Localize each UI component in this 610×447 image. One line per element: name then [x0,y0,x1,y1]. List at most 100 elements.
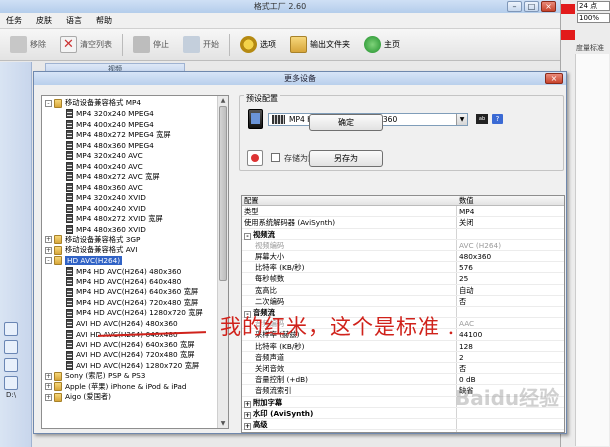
music-category-icon[interactable] [4,322,18,336]
ok-button[interactable]: 确定 [309,114,383,131]
tree-item[interactable]: + Sony (索尼) PSP & PS3 [42,371,218,382]
expand-icon[interactable]: + [45,393,52,401]
tree-scrollbar[interactable]: ▲ ▼ [217,96,228,428]
expand-toggle-icon[interactable]: + [244,423,251,430]
tree-item[interactable]: MP4 HD AVC(H264) 640x360 宽屏 [42,287,218,298]
film-icon [66,109,73,119]
scroll-down-arrow-icon[interactable]: ▼ [218,419,228,428]
property-row[interactable]: 比特率 (KB/秒) 128 [242,341,564,352]
minimize-button[interactable]: – [507,1,522,12]
edit-preset-icon[interactable]: ab [476,114,488,124]
save-as-button[interactable]: 另存为 [309,150,383,167]
tree-item[interactable]: MP4 400x240 XVID [42,203,218,214]
toolbar-separator [229,33,230,56]
property-row[interactable]: 二次编码 否 [242,297,564,307]
tree-item[interactable]: + Apple (苹果) iPhone & iPod & iPad [42,382,218,393]
expand-icon[interactable]: + [45,246,52,254]
tree-item[interactable]: AVI HD AVC(H264) 720x480 宽屏 [42,350,218,361]
property-row[interactable]: 音频声道 2 [242,353,564,363]
dialog-close-button[interactable]: × [545,73,563,84]
property-value: 128 [459,341,473,351]
stop-button[interactable]: 停止 [129,33,173,57]
property-row[interactable]: 宽高比 自动 [242,286,564,296]
tree-item[interactable]: - HD AVC(H264) [42,256,218,267]
collapse-icon[interactable]: - [45,99,52,107]
tree-item[interactable]: MP4 320x240 MPEG4 [42,109,218,120]
device-tree[interactable]: - 移动设备兼容格式 MP4 MP4 320x240 MPEG4 MP4 400x24… [41,95,229,429]
tree-item[interactable]: MP4 HD AVC(H264) 480x360 [42,266,218,277]
tree-item[interactable]: MP4 480x272 XVID 宽屏 [42,214,218,225]
tree-item-label: MP4 400x240 MPEG4 [76,119,154,129]
tree-scrollbar-thumb[interactable] [219,106,227,281]
tree-item[interactable]: MP4 480x360 AVC [42,182,218,193]
more-devices-dialog: 更多设备 × - 移动设备兼容格式 MP4 MP4 320x240 MPEG4 MP4… [33,71,567,434]
save-as-default-checkbox[interactable] [271,153,280,162]
menu-help[interactable]: 帮助 [96,15,112,26]
save-preset-icon [247,150,263,166]
property-row[interactable]: 关闭音效 否 [242,364,564,375]
property-row[interactable]: 视频编码 AVC (H264) [242,241,564,251]
expand-icon[interactable]: + [45,383,52,391]
tree-item[interactable]: + 移动设备兼容格式 AVI [42,245,218,256]
options-button[interactable]: 选项 [236,33,280,57]
close-window-button[interactable]: × [541,1,556,12]
rom-category-icon[interactable] [4,358,18,372]
property-row[interactable]: 每秒帧数 25 [242,274,564,285]
picture-category-icon[interactable] [4,340,18,354]
tree-item[interactable]: MP4 400x240 AVC [42,161,218,172]
scroll-up-arrow-icon[interactable]: ▲ [218,96,228,105]
advanced-category-icon[interactable] [4,376,18,390]
property-row[interactable]: 类型 MP4 [242,207,564,218]
menu-skin[interactable]: 皮肤 [36,15,52,26]
expand-toggle-icon[interactable]: + [244,411,251,419]
maximize-button[interactable]: □ [524,1,539,12]
property-row[interactable]: 使用系统解码器 (AviSynth) 关闭 [242,218,564,229]
clear-list-button[interactable]: ✕ 清空列表 [56,33,116,57]
tree-item[interactable]: AVI HD AVC(H264) 640x360 宽屏 [42,340,218,351]
film-icon [66,224,73,234]
tree-item[interactable]: AVI HD AVC(H264) 1280x720 宽屏 [42,361,218,372]
property-row[interactable]: 比特率 (KB/秒) 576 [242,263,564,274]
expand-toggle-icon[interactable]: - [244,232,251,240]
home-button[interactable]: 主页 [360,33,404,57]
output-folder-button[interactable]: 输出文件夹 [286,33,354,57]
collapse-icon[interactable]: - [45,257,52,265]
remove-button[interactable]: 移除 [6,33,50,57]
zoom-field[interactable]: 100% [577,13,610,23]
tree-item[interactable]: - 移动设备兼容格式 MP4 [42,98,218,109]
tree-item-label: AVI HD AVC(H264) 640x360 宽屏 [76,339,195,349]
expand-icon[interactable]: + [45,372,52,380]
expand-icon[interactable]: + [45,236,52,244]
stop-icon [133,36,150,53]
tree-item[interactable]: + 移动设备兼容格式 3GP [42,235,218,246]
tree-item[interactable]: AVI HD AVC(H264) 480x360 [42,319,218,330]
tree-item[interactable]: MP4 HD AVC(H264) 720x480 宽屏 [42,298,218,309]
help-icon[interactable]: ? [492,114,503,124]
red-swatch [561,4,575,14]
tree-item-label: MP4 HD AVC(H264) 720x480 宽屏 [76,297,199,307]
tree-item[interactable]: MP4 480x360 XVID [42,224,218,235]
menu-language[interactable]: 语言 [66,15,82,26]
menu-task[interactable]: 任务 [6,15,22,26]
tree-item[interactable]: MP4 320x240 AVC [42,151,218,162]
start-button[interactable]: 开始 [179,33,223,57]
property-key: 视频编码 [255,241,284,251]
measure-label: 度量标准 [576,44,604,52]
tree-item[interactable]: MP4 320x240 XVID [42,193,218,204]
tree-item[interactable]: MP4 480x360 MPEG4 [42,140,218,151]
tree-item[interactable]: + Aigo (爱国者) [42,392,218,403]
expand-toggle-icon[interactable]: + [244,400,251,408]
tree-item[interactable]: MP4 480x272 MPEG4 宽屏 [42,130,218,141]
property-section[interactable]: - 视频流 [242,230,564,240]
tree-item[interactable]: MP4 480x272 AVC 宽屏 [42,172,218,183]
font-size-field[interactable]: 24 点 [577,1,610,11]
property-section[interactable]: + 高级 [242,420,564,431]
tree-item[interactable]: MP4 HD AVC(H264) 640x480 [42,277,218,288]
property-key-text: 关闭音效 [255,364,285,373]
property-grid-header[interactable]: 配置 数值 [242,196,564,207]
tree-item[interactable]: MP4 HD AVC(H264) 1280x720 宽屏 [42,308,218,319]
app-title: 格式工厂 2.60 [253,2,307,11]
property-row[interactable]: 屏幕大小 480x360 [242,252,564,263]
tree-item[interactable]: MP4 400x240 MPEG4 [42,119,218,130]
chevron-down-icon[interactable]: ▼ [456,114,467,125]
